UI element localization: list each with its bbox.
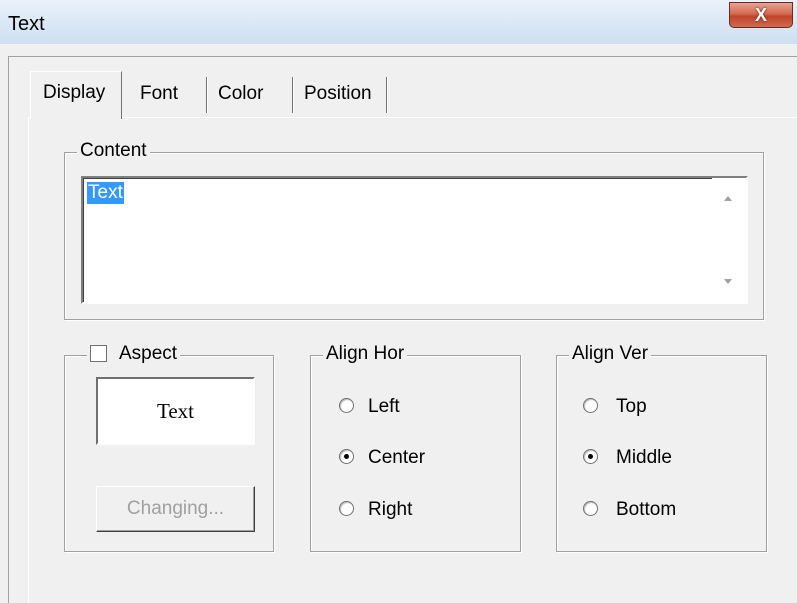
content-text-selection: Text	[87, 182, 124, 204]
title-bar[interactable]: Text X	[0, 0, 797, 44]
radio-top[interactable]	[583, 398, 598, 413]
tab-label: Font	[140, 83, 179, 104]
content-scrollbar[interactable]	[712, 178, 746, 302]
radio-bottom-label: Bottom	[616, 499, 677, 520]
window-title: Text	[8, 13, 45, 35]
tab-divider	[386, 77, 388, 113]
radio-left-label: Left	[368, 396, 400, 417]
text-dialog-window: Text X Display Font Color Position Conte…	[0, 0, 797, 603]
close-button[interactable]: X	[729, 2, 793, 28]
preview-text: Text	[156, 399, 195, 423]
radio-bottom[interactable]	[583, 501, 598, 516]
tab-label: Color	[218, 83, 264, 104]
tab-display[interactable]: Display	[30, 71, 122, 119]
radio-center-label: Center	[368, 447, 426, 468]
content-group-label: Content	[77, 140, 150, 162]
radio-middle[interactable]	[583, 449, 598, 464]
close-icon: X	[754, 5, 767, 25]
content-textarea[interactable]: Text	[81, 176, 748, 304]
tab-font[interactable]: Font	[140, 73, 204, 117]
radio-top-label: Top	[616, 396, 647, 417]
tab-divider	[206, 77, 208, 113]
radio-left[interactable]	[339, 398, 354, 413]
radio-center[interactable]	[339, 449, 354, 464]
scroll-up-arrow-icon[interactable]	[724, 196, 732, 201]
changing-button[interactable]: Changing...	[96, 486, 255, 532]
radio-right[interactable]	[339, 501, 354, 516]
radio-right-label: Right	[368, 499, 413, 520]
aspect-checkbox[interactable]	[90, 345, 107, 362]
tab-divider	[292, 77, 294, 113]
radio-middle-label: Middle	[616, 447, 672, 468]
align-ver-label: Align Ver	[569, 343, 652, 365]
tab-position[interactable]: Position	[304, 73, 384, 117]
tab-color[interactable]: Color	[218, 73, 288, 117]
align-hor-label: Align Hor	[323, 343, 408, 365]
scroll-down-arrow-icon[interactable]	[724, 279, 732, 284]
tab-label: Display	[43, 82, 106, 103]
tab-label: Position	[304, 83, 372, 104]
aspect-preview: Text	[96, 377, 255, 445]
